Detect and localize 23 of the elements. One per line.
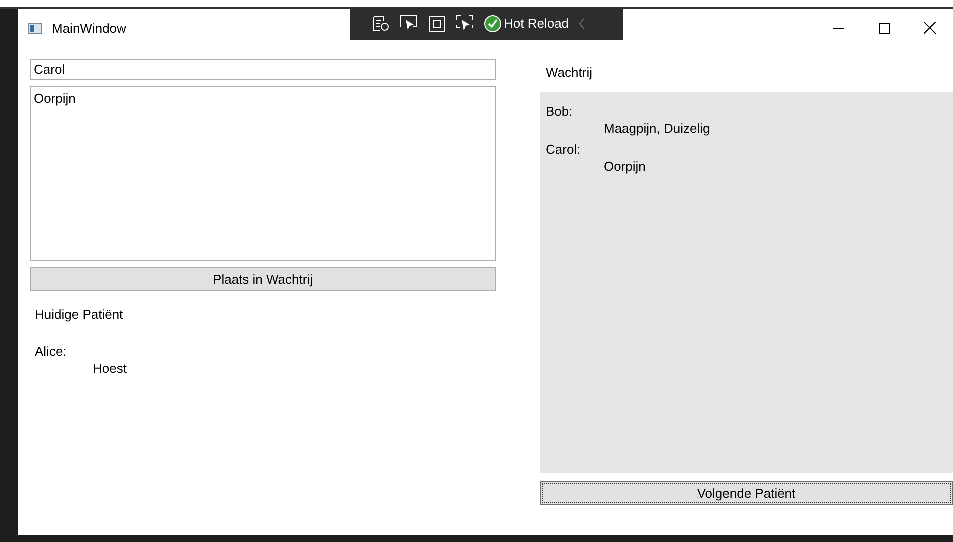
patient-name: Bob: [546,103,574,119]
maximize-icon [878,22,890,34]
close-icon [924,22,936,34]
hot-reload-button[interactable]: Hot Reload [484,14,570,32]
window-title: MainWindow [52,20,126,36]
queue-heading: Wachtrij [545,64,594,82]
patient-complaints: Maagpijn, Duizelig [603,120,712,138]
current-patient-heading: Huidige Patiënt [34,306,124,322]
enqueue-button[interactable]: Plaats in Wachtrij [30,267,496,291]
patient-name: Carol: [546,141,582,157]
checkmark-icon [484,14,502,32]
select-element-icon[interactable] [400,14,418,32]
track-focus-icon[interactable] [456,14,474,32]
adorner-icon[interactable] [428,14,446,32]
complaints-field[interactable]: Oorpijn [30,86,496,261]
patient-complaints: Oorpijn [603,158,647,176]
window-icon [28,22,42,34]
collapse-icon[interactable] [579,18,586,30]
live-tree-icon[interactable] [372,14,390,32]
name-field[interactable]: Carol [30,59,496,80]
patient-name: Alice: [34,343,68,359]
next-patient-button[interactable]: Volgende Patiënt [540,481,953,505]
patient-complaints: Hoest [92,360,128,376]
